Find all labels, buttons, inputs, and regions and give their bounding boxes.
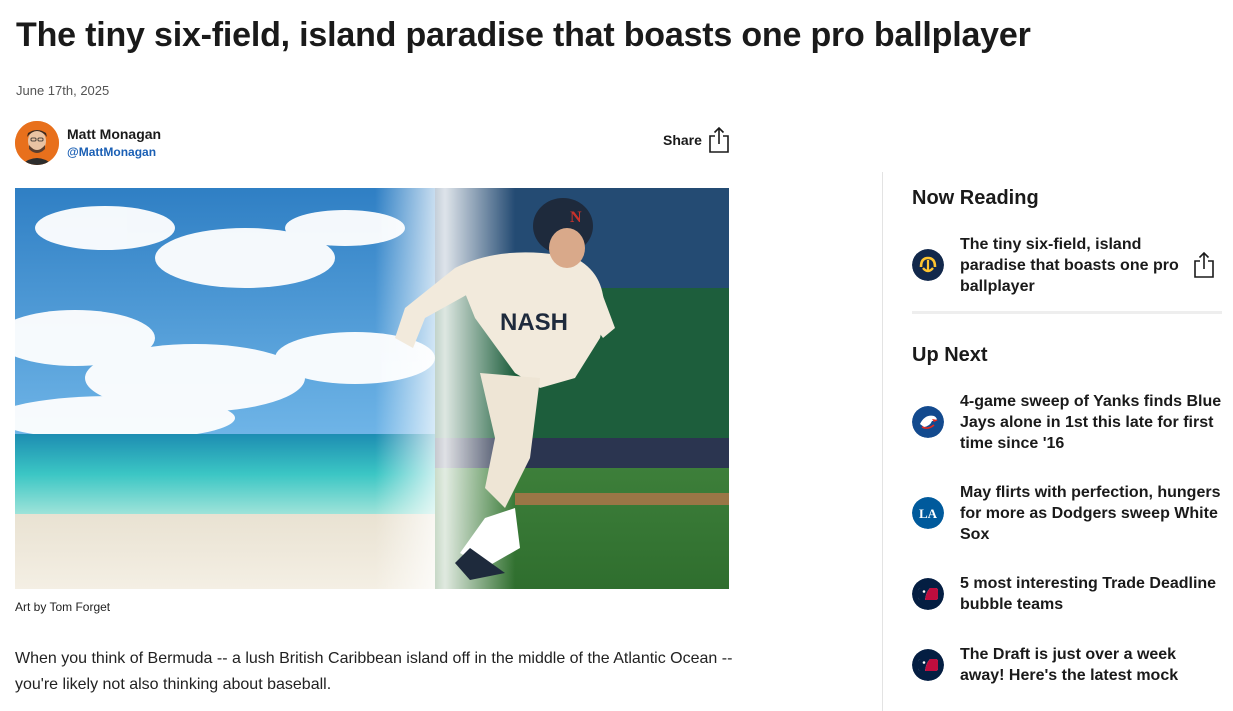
author-name[interactable]: Matt Monagan	[67, 125, 161, 143]
up-next-title[interactable]: 4-game sweep of Yanks finds Blue Jays al…	[960, 391, 1224, 454]
hero-image: NASH N	[15, 188, 729, 589]
now-reading-title[interactable]: The tiny six-field, island paradise that…	[960, 234, 1182, 297]
mlb-logo-icon	[912, 649, 944, 681]
author-handle-link[interactable]: @MattMonagan	[67, 143, 161, 161]
up-next-item[interactable]: 5 most interesting Trade Deadline bubble…	[912, 573, 1224, 615]
jersey-lettering: NASH	[500, 309, 568, 336]
article-date: June 17th, 2025	[16, 83, 110, 98]
share-label: Share	[663, 132, 702, 148]
up-next-item[interactable]: The Draft is just over a week away! Here…	[912, 644, 1224, 686]
up-next-item[interactable]: 4-game sweep of Yanks finds Blue Jays al…	[912, 391, 1224, 454]
share-icon	[1194, 251, 1214, 278]
article-headline: The tiny six-field, island paradise that…	[16, 16, 1031, 54]
mlb-logo-icon	[912, 578, 944, 610]
author-byline[interactable]: Matt Monagan @MattMonagan	[15, 121, 161, 165]
share-icon	[709, 126, 729, 153]
hero-caption: Art by Tom Forget	[15, 600, 111, 614]
now-reading-heading: Now Reading	[912, 187, 1039, 209]
dodgers-logo-icon: LA	[912, 497, 944, 529]
brewers-logo-icon	[912, 249, 944, 281]
share-button[interactable]: Share	[663, 126, 730, 154]
avatar[interactable]	[15, 121, 59, 165]
up-next-title[interactable]: May flirts with perfection, hungers for …	[960, 482, 1224, 545]
up-next-title[interactable]: The Draft is just over a week away! Here…	[960, 644, 1224, 686]
up-next-title[interactable]: 5 most interesting Trade Deadline bubble…	[960, 573, 1224, 615]
up-next-heading: Up Next	[912, 344, 988, 366]
now-reading-item[interactable]: The tiny six-field, island paradise that…	[912, 234, 1182, 297]
svg-text:LA: LA	[919, 506, 938, 521]
now-reading-share-button[interactable]	[1193, 251, 1215, 284]
sidebar-divider	[882, 172, 883, 711]
up-next-item[interactable]: LA May flirts with perfection, hungers f…	[912, 482, 1224, 545]
article-body-paragraph: When you think of Bermuda -- a lush Brit…	[15, 650, 733, 693]
sidebar-section-divider	[912, 311, 1222, 314]
helmet-letter: N	[570, 209, 582, 226]
author-photo	[15, 121, 59, 165]
blue-jays-logo-icon	[912, 406, 944, 438]
